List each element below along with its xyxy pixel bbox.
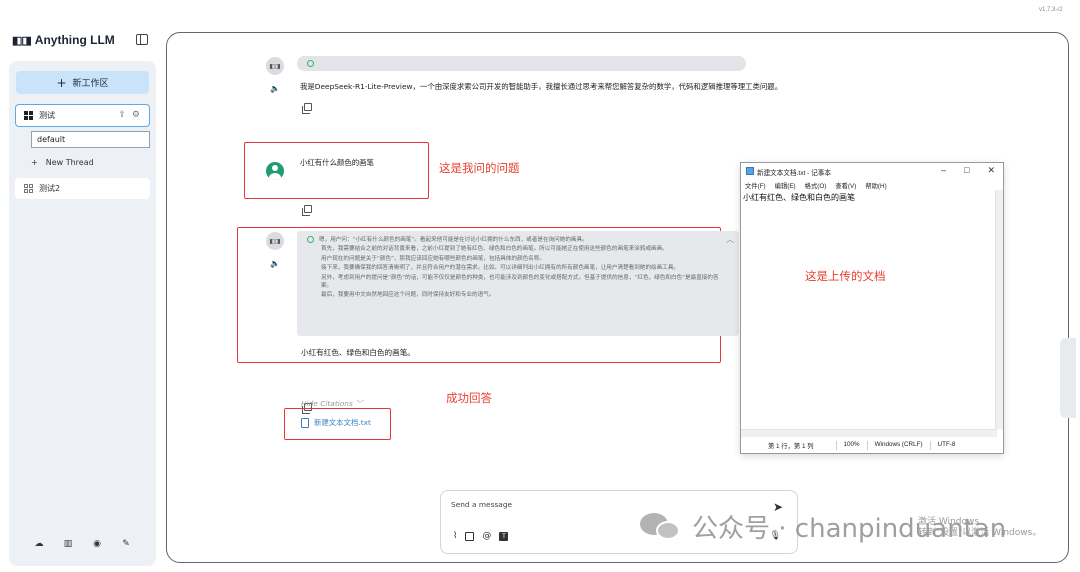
new-thread-button[interactable]: + New Thread bbox=[31, 156, 94, 168]
menu-help[interactable]: 帮助(H) bbox=[865, 181, 886, 190]
thinking-line: 接下来，我要确保我的回答清晰明了，并且符合用户的潜在需求。比如，可以详细列出小红… bbox=[321, 265, 680, 272]
assistant-answer-text: 小红有红色、绿色和白色的画笔。 bbox=[301, 348, 415, 357]
thinking-line: 嗯，用户问：“小红有什么颜色的画笔”。看起来他可能是在讨论小红拥的什么东西，或者… bbox=[319, 237, 588, 243]
workspace-name: 测试2 bbox=[39, 184, 61, 193]
discord-icon[interactable]: ◉ bbox=[88, 535, 106, 553]
speaker-icon[interactable]: 🔈 bbox=[270, 84, 280, 93]
sidebar-toggle-icon[interactable] bbox=[136, 34, 148, 45]
brand-name: Anything LLM bbox=[34, 33, 115, 47]
assistant-avatar: ◧◨ bbox=[266, 57, 284, 75]
brand-logo: ◧◨ Anything LLM bbox=[12, 33, 115, 47]
thread-item-default[interactable]: default bbox=[31, 131, 150, 148]
thinking-panel: 嗯，用户问：“小红有什么颜色的画笔”。看起来他可能是在讨论小红拥的什么东西，或者… bbox=[297, 231, 739, 336]
status-dot-icon bbox=[307, 60, 314, 67]
workspace-item[interactable]: 测试2 bbox=[15, 178, 150, 199]
document-icon bbox=[301, 417, 309, 428]
line-ending: Windows (CRLF) bbox=[866, 441, 930, 450]
settings-wrench-icon[interactable]: ✎ bbox=[117, 535, 135, 553]
notepad-title: 新建文本文档.txt - 记事本 bbox=[757, 170, 831, 177]
workspace-grid-icon bbox=[24, 184, 33, 193]
at-mention-icon[interactable]: @ bbox=[482, 531, 491, 541]
text-size-icon[interactable]: T bbox=[499, 531, 509, 541]
workspace-item-active[interactable]: 测试 ⇪ ⚙ bbox=[15, 104, 150, 127]
user-avatar bbox=[266, 162, 284, 180]
thinking-line: 首先，我需要结合之前的对话背景来看，之前小红提到了她有红色、绿色和白色的画笔。所… bbox=[321, 246, 668, 253]
notepad-window[interactable]: 新建文本文档.txt - 记事本 – □ ✕ 文件(F) 编辑(E) 格式(O)… bbox=[740, 162, 1004, 454]
cursor-position: 第 1 行，第 1 列 bbox=[768, 443, 814, 450]
status-dot-icon bbox=[307, 236, 314, 243]
activation-line-2: 转到"设置"以激活 Windows。 bbox=[918, 528, 1042, 538]
attach-icon[interactable]: ⌇ bbox=[453, 531, 457, 541]
workspace-name: 测试 bbox=[39, 111, 55, 120]
assistant-message-text: 我是DeepSeek-R1-Lite-Preview，一个由深度求索公司开发的智… bbox=[300, 82, 783, 91]
slash-command-icon[interactable] bbox=[465, 531, 475, 541]
windows-activation-notice: 激活 Windows 转到"设置"以激活 Windows。 bbox=[918, 517, 1041, 539]
anythingllm-logo-icon: ◧◨ bbox=[12, 34, 32, 47]
citation-item[interactable]: 新建文本文档.txt bbox=[301, 417, 371, 428]
question-annotation: 这是我问的问题 bbox=[439, 161, 520, 175]
menu-format[interactable]: 格式(O) bbox=[805, 181, 827, 190]
copy-icon[interactable] bbox=[302, 205, 312, 216]
new-workspace-button[interactable]: + 新工作区 bbox=[16, 71, 149, 94]
plus-icon: + bbox=[31, 157, 38, 167]
minimize-icon[interactable]: – bbox=[941, 165, 946, 176]
plus-icon: + bbox=[56, 75, 67, 90]
user-message-text: 小红有什么颜色的画笔 bbox=[300, 158, 374, 167]
notepad-text-area[interactable]: 小红有红色、绿色和白色的画笔 bbox=[743, 192, 855, 203]
citation-filename: 新建文本文档.txt bbox=[314, 418, 371, 427]
thinking-line: 最后，我要用中文自然地回应这个问题，同时保持友好和专业的语气。 bbox=[321, 291, 495, 298]
notepad-app-icon bbox=[746, 167, 754, 175]
document-annotation: 这是上传的文档 bbox=[805, 269, 886, 283]
wechat-logo-icon bbox=[640, 511, 684, 543]
upload-icon[interactable]: ⇪ bbox=[118, 110, 126, 120]
workspace-grid-icon bbox=[24, 111, 33, 120]
success-annotation: 成功回答 bbox=[446, 391, 492, 405]
notepad-status-bar: 第 1 行，第 1 列 100% Windows (CRLF) UTF-8 bbox=[741, 441, 1003, 450]
community-icon[interactable]: ☁ bbox=[30, 535, 48, 553]
new-thread-label: New Thread bbox=[45, 157, 94, 167]
copy-icon[interactable] bbox=[302, 103, 312, 114]
floating-side-widget[interactable] bbox=[1060, 338, 1076, 418]
menu-view[interactable]: 查看(V) bbox=[835, 181, 856, 190]
encoding: UTF-8 bbox=[929, 441, 963, 450]
thinking-line: 另外，考虑到用户的提问是“颜色”的话，可能不仅仅是颜色的种类，也可能涉及到颜色的… bbox=[321, 274, 719, 289]
vertical-scrollbar[interactable] bbox=[995, 190, 1003, 429]
version-label: v1.7.3-r2 bbox=[1039, 7, 1063, 13]
horizontal-scrollbar[interactable] bbox=[741, 429, 997, 437]
menu-file[interactable]: 文件(F) bbox=[745, 181, 766, 190]
message-input[interactable]: Send a message bbox=[451, 500, 512, 509]
zoom-level: 100% bbox=[835, 441, 867, 450]
assistant-avatar: ◧◨ bbox=[266, 232, 284, 250]
new-workspace-label: 新工作区 bbox=[72, 79, 109, 89]
gear-icon[interactable]: ⚙ bbox=[132, 110, 140, 120]
speaker-icon[interactable]: 🔈 bbox=[270, 259, 280, 268]
hide-citations-label: Hide Citations bbox=[301, 399, 353, 408]
maximize-icon[interactable]: □ bbox=[964, 165, 969, 176]
docs-icon[interactable]: ▥ bbox=[59, 535, 77, 553]
activation-line-1: 激活 Windows bbox=[918, 517, 980, 527]
thinking-collapsed-bar[interactable] bbox=[297, 56, 746, 71]
chevron-up-icon[interactable]: ︿ bbox=[726, 234, 734, 245]
close-icon[interactable]: ✕ bbox=[987, 165, 995, 176]
thinking-line: 用户现在的问题是关于“颜色”，那我应该回应她有哪些颜色的画笔，包括具体的颜色名称… bbox=[321, 255, 545, 262]
chevron-down-icon: ﹀ bbox=[355, 399, 363, 408]
menu-edit[interactable]: 编辑(E) bbox=[775, 181, 796, 190]
